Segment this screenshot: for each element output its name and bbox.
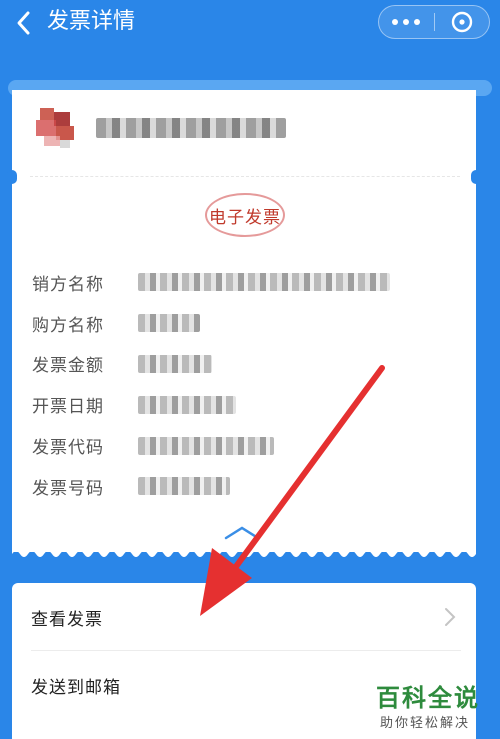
card-notch	[7, 170, 17, 184]
stamp-text: 电子发票	[209, 207, 281, 228]
field-value-redacted	[138, 395, 236, 414]
watermark-subtitle: 助你轻松解决	[380, 716, 471, 731]
field-row-date: 开票日期	[32, 384, 472, 425]
chevron-right-icon	[445, 608, 456, 626]
card-torn-edge	[12, 548, 476, 557]
close-button[interactable]	[434, 5, 489, 39]
chevron-left-icon	[17, 11, 30, 35]
field-label: 发票号码	[32, 478, 104, 499]
field-row-number: 发票号码	[32, 466, 472, 507]
field-label: 开票日期	[32, 397, 104, 418]
field-label: 发票代码	[32, 438, 104, 459]
watermark-logo: 百科全说 助你轻松解决	[372, 678, 490, 734]
mini-program-capsule	[378, 5, 490, 39]
send-email-label: 发送到邮箱	[31, 677, 121, 698]
seller-logo-icon	[36, 108, 74, 148]
page-title: 发票详情	[47, 9, 136, 34]
field-label: 发票金额	[32, 356, 104, 377]
seller-header	[12, 96, 476, 166]
nav-bar: 发票详情	[0, 0, 500, 46]
field-row-seller: 销方名称	[32, 262, 472, 303]
field-label: 购方名称	[32, 315, 104, 336]
field-value-redacted	[138, 477, 230, 496]
field-value-redacted	[138, 314, 200, 333]
more-button[interactable]	[379, 5, 434, 39]
field-row-buyer: 购方名称	[32, 303, 472, 344]
view-invoice-item[interactable]: 查看发票	[12, 583, 476, 651]
divider	[30, 176, 460, 177]
field-row-code: 发票代码	[32, 425, 472, 466]
close-circle-icon	[451, 11, 472, 33]
view-invoice-label: 查看发票	[31, 609, 103, 630]
field-row-amount: 发票金额	[32, 344, 472, 385]
field-label: 销方名称	[32, 274, 104, 295]
e-invoice-stamp: 电子发票	[205, 193, 285, 237]
field-value-redacted	[138, 354, 212, 373]
field-value-redacted	[138, 273, 390, 292]
back-button[interactable]	[8, 6, 38, 40]
watermark-title: 百科全说	[376, 684, 480, 712]
more-dots-icon	[392, 19, 421, 25]
field-value-redacted	[138, 436, 274, 455]
collapse-chevron-icon[interactable]	[222, 522, 262, 542]
seller-name-redacted	[96, 118, 286, 138]
card-notch	[471, 170, 481, 184]
invoice-fields: 销方名称 购方名称 发票金额 开票日期 发票代码 发票号码	[32, 262, 472, 507]
